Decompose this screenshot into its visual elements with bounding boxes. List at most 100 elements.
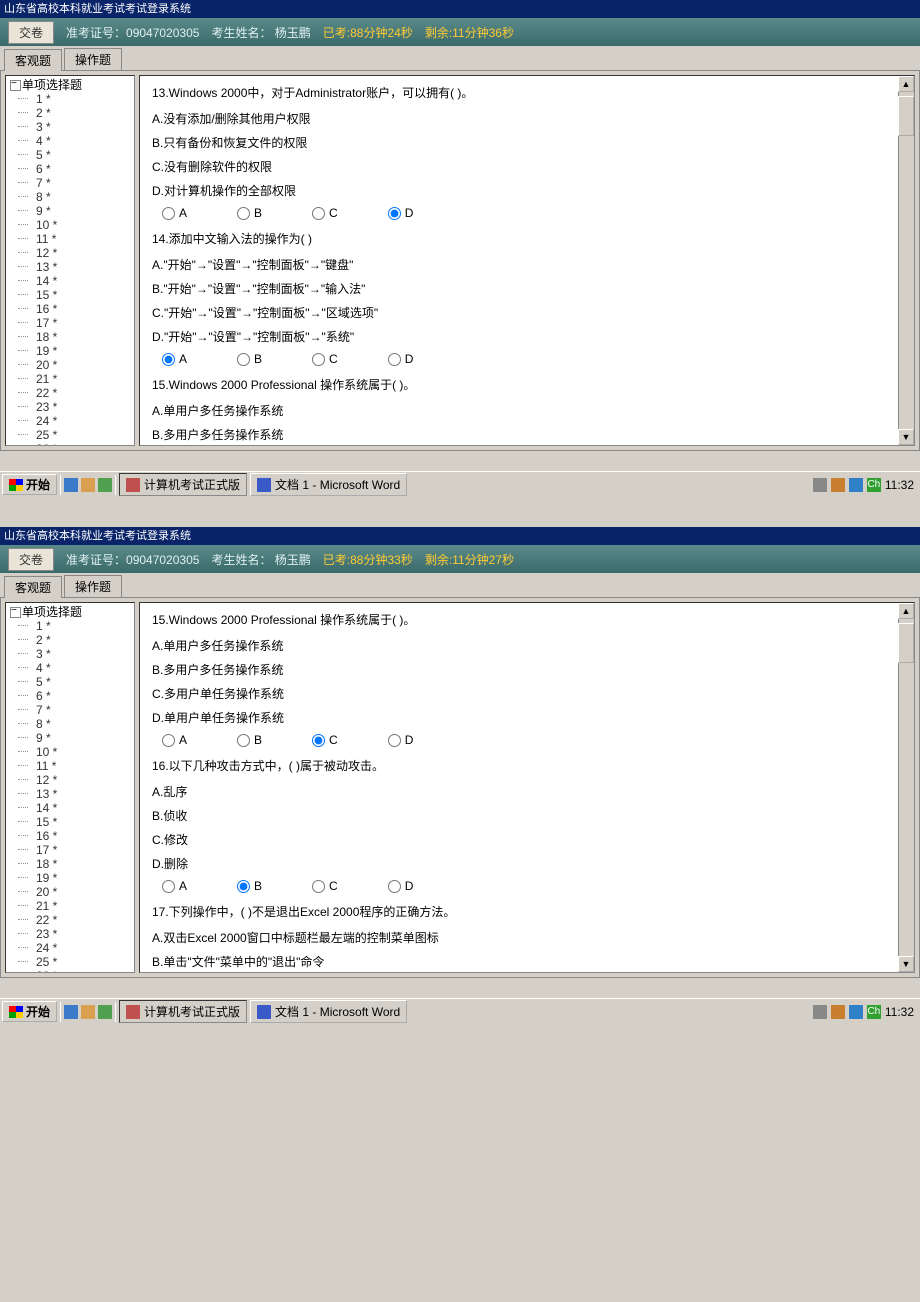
radio-option-D[interactable]: D [388,206,414,220]
tree-item[interactable]: 12 * [8,773,132,787]
radio-option-C[interactable]: C [312,733,338,747]
tree-item[interactable]: 7 * [8,703,132,717]
scroll-up-button[interactable]: ▲ [898,76,914,92]
tree-item[interactable]: 20 * [8,885,132,899]
tree-item[interactable]: 26 * [8,442,132,446]
vertical-scrollbar[interactable]: ▲▼ [898,76,914,445]
radio-option-D[interactable]: D [388,733,414,747]
tree-item[interactable]: 25 * [8,955,132,969]
tree-item[interactable]: 11 * [8,232,132,246]
radio-input[interactable] [237,734,250,747]
tree-item[interactable]: 20 * [8,358,132,372]
tree-item[interactable]: 14 * [8,801,132,815]
ime-icon[interactable]: Ch [867,1005,881,1019]
tree-item[interactable]: 3 * [8,647,132,661]
tree-item[interactable]: 17 * [8,316,132,330]
tree-item[interactable]: 21 * [8,372,132,386]
tree-item[interactable]: 2 * [8,106,132,120]
tree-item[interactable]: 3 * [8,120,132,134]
tree-item[interactable]: 16 * [8,829,132,843]
ie-icon[interactable] [64,478,78,492]
radio-input[interactable] [388,880,401,893]
tree-item[interactable]: 4 * [8,134,132,148]
radio-option-B[interactable]: B [237,206,262,220]
tree-item[interactable]: 2 * [8,633,132,647]
ime-icon[interactable]: Ch [867,478,881,492]
tab-0[interactable]: 客观题 [4,49,62,71]
radio-input[interactable] [312,734,325,747]
taskbar-app-word[interactable]: 文档 1 - Microsoft Word [250,1000,407,1023]
tree-item[interactable]: 6 * [8,162,132,176]
radio-input[interactable] [312,207,325,220]
taskbar-app-exam[interactable]: 计算机考试正式版 [119,473,247,496]
clock[interactable]: 11:32 [885,478,914,492]
tree-item[interactable]: 15 * [8,815,132,829]
tree-item[interactable]: 8 * [8,717,132,731]
tree-item[interactable]: 6 * [8,689,132,703]
desktop-icon[interactable] [81,1005,95,1019]
tree-item[interactable]: 1 * [8,619,132,633]
outlook-icon[interactable] [98,1005,112,1019]
start-button[interactable]: 开始 [2,1001,57,1022]
tree-item[interactable]: 22 * [8,913,132,927]
tree-item[interactable]: 12 * [8,246,132,260]
tree-item[interactable]: 8 * [8,190,132,204]
radio-input[interactable] [162,880,175,893]
submit-exam-button[interactable]: 交卷 [8,21,54,44]
tray-icon[interactable] [831,478,845,492]
radio-input[interactable] [162,353,175,366]
desktop-icon[interactable] [81,478,95,492]
tree-item[interactable]: 26 * [8,969,132,973]
tree-item[interactable]: 14 * [8,274,132,288]
tree-item[interactable]: 15 * [8,288,132,302]
tree-item[interactable]: 10 * [8,218,132,232]
tree-item[interactable]: 1 * [8,92,132,106]
tab-1[interactable]: 操作题 [64,48,122,70]
tree-item[interactable]: 19 * [8,871,132,885]
tray-icon[interactable] [831,1005,845,1019]
radio-option-A[interactable]: A [162,733,187,747]
scroll-thumb[interactable] [898,96,914,136]
question-tree[interactable]: 单项选择题1 *2 *3 *4 *5 *6 *7 *8 *9 *10 *11 *… [5,602,135,973]
tree-item[interactable]: 18 * [8,857,132,871]
radio-input[interactable] [388,207,401,220]
tree-item[interactable]: 24 * [8,414,132,428]
tree-item[interactable]: 23 * [8,400,132,414]
radio-option-D[interactable]: D [388,879,414,893]
radio-option-A[interactable]: A [162,352,187,366]
volume-icon[interactable] [849,1005,863,1019]
radio-input[interactable] [388,353,401,366]
tree-item[interactable]: 4 * [8,661,132,675]
tree-item[interactable]: 17 * [8,843,132,857]
tree-item[interactable]: 9 * [8,731,132,745]
tree-item[interactable]: 24 * [8,941,132,955]
scroll-thumb[interactable] [898,623,914,663]
radio-input[interactable] [162,207,175,220]
radio-option-A[interactable]: A [162,879,187,893]
tree-item[interactable]: 19 * [8,344,132,358]
scroll-down-button[interactable]: ▼ [898,429,914,445]
tree-item[interactable]: 21 * [8,899,132,913]
tab-1[interactable]: 操作题 [64,575,122,597]
submit-exam-button[interactable]: 交卷 [8,548,54,571]
tree-item[interactable]: 9 * [8,204,132,218]
radio-option-D[interactable]: D [388,352,414,366]
tree-item[interactable]: 7 * [8,176,132,190]
radio-input[interactable] [237,353,250,366]
tree-item[interactable]: 5 * [8,148,132,162]
tree-item[interactable]: 11 * [8,759,132,773]
radio-option-B[interactable]: B [237,879,262,893]
taskbar-app-exam[interactable]: 计算机考试正式版 [119,1000,247,1023]
tree-item[interactable]: 13 * [8,787,132,801]
tree-item[interactable]: 5 * [8,675,132,689]
radio-input[interactable] [312,880,325,893]
tree-item[interactable]: 18 * [8,330,132,344]
tree-item[interactable]: 13 * [8,260,132,274]
radio-input[interactable] [237,207,250,220]
tree-single-choice[interactable]: 单项选择题 [8,78,132,92]
volume-icon[interactable] [849,478,863,492]
tree-item[interactable]: 23 * [8,927,132,941]
tree-item[interactable]: 10 * [8,745,132,759]
ie-icon[interactable] [64,1005,78,1019]
tray-icon[interactable] [813,1005,827,1019]
